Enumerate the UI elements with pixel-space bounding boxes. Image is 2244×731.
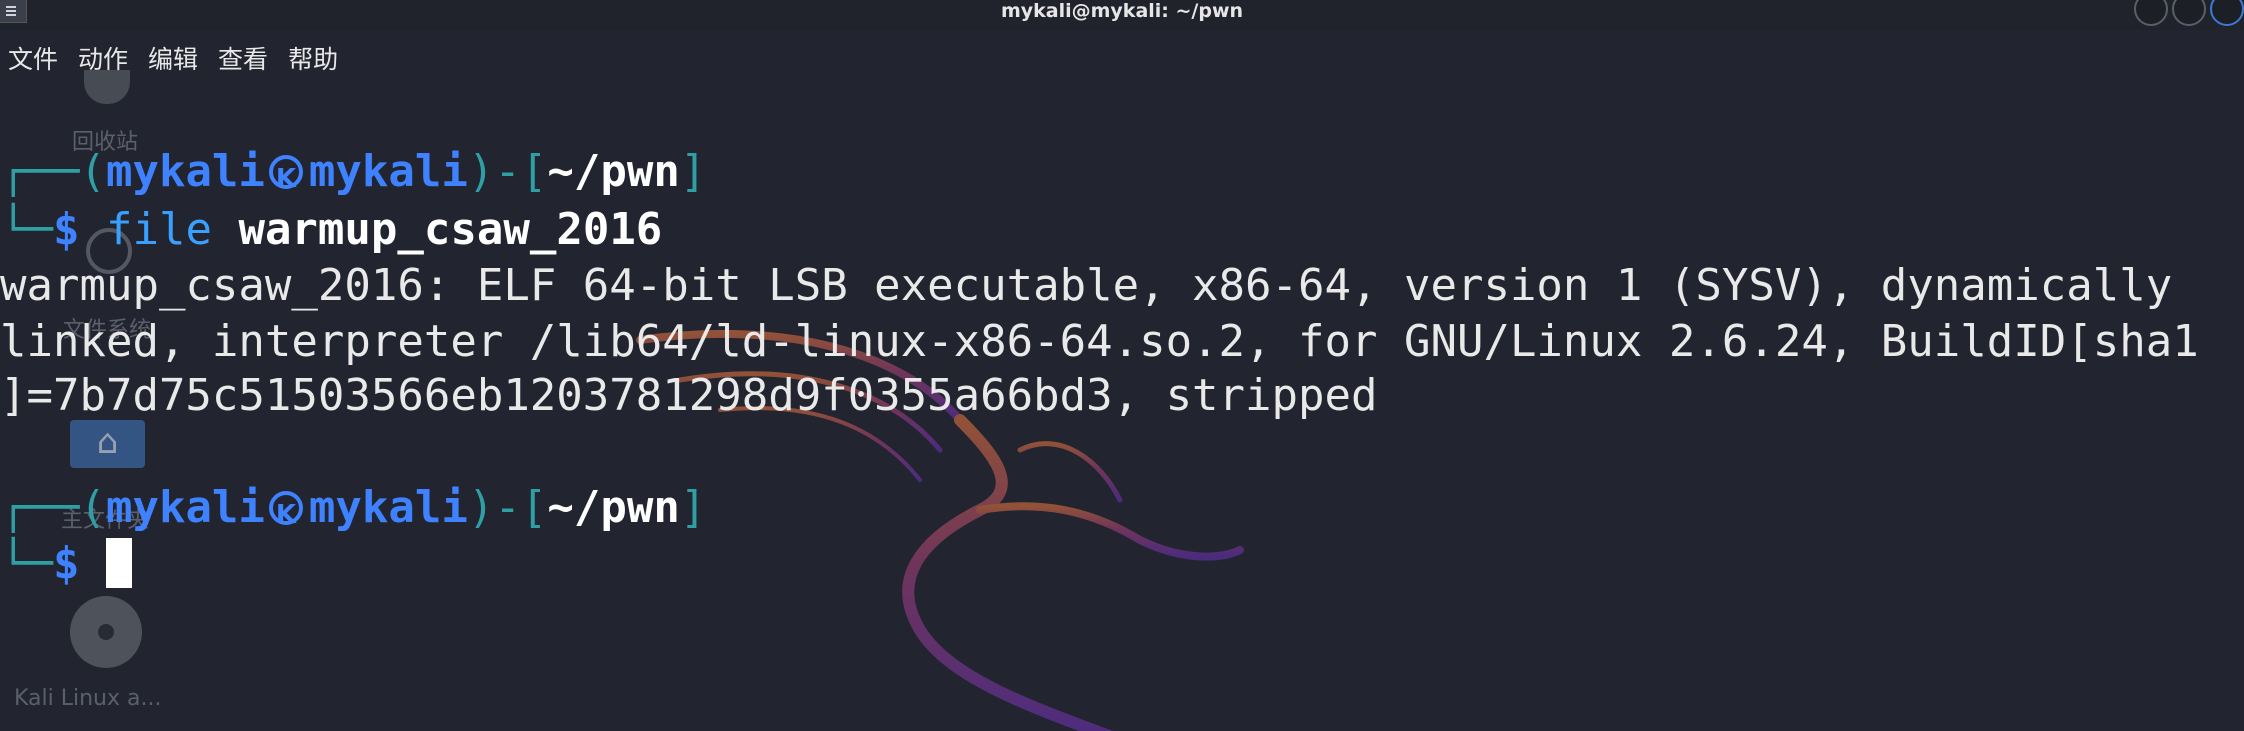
output-line-2: linked, interpreter /lib64/ld-linux-x86-…	[0, 316, 2199, 367]
terminal-output[interactable]: ┌──(mykalimykali)-[~/pwn] └─$ file warmu…	[0, 0, 2244, 731]
command-arg: warmup_csaw_2016	[238, 204, 663, 255]
terminal-window: mykali@mykali: ~/pwn 文件 动作 编辑 查看 帮助 回收站 …	[0, 0, 2244, 731]
prompt-host: mykali	[308, 482, 468, 533]
prompt-line-1: ┌──(mykalimykali)-[~/pwn]	[0, 146, 707, 205]
prompt-close: ]	[679, 482, 707, 533]
output-line-1: warmup_csaw_2016: ELF 64-bit LSB executa…	[0, 260, 2173, 311]
prompt-path: ~/pwn	[547, 482, 680, 533]
prompt-close: ]	[679, 146, 707, 197]
command-name: file	[105, 204, 212, 255]
command-line: └─$ file warmup_csaw_2016	[0, 204, 662, 256]
prompt-user: mykali	[105, 482, 265, 533]
prompt-dollar: $	[52, 204, 80, 255]
prompt-path: ~/pwn	[547, 146, 680, 197]
prompt-corner: ┌──(	[0, 146, 106, 197]
text-cursor[interactable]	[105, 538, 132, 588]
prompt-corner-bottom: └─	[0, 538, 53, 589]
prompt-separator: )-[	[467, 482, 548, 533]
prompt-corner: ┌──(	[0, 482, 106, 533]
prompt-separator: )-[	[467, 146, 548, 197]
input-line[interactable]: └─$	[0, 538, 132, 590]
prompt-user: mykali	[105, 146, 265, 197]
kali-logo-icon	[268, 489, 303, 541]
prompt-corner-bottom: └─	[0, 204, 53, 255]
output-line-3: ]=7b7d75c51503566eb1203781298d9f0355a66b…	[0, 370, 1378, 421]
prompt-line-2: ┌──(mykalimykali)-[~/pwn]	[0, 482, 707, 541]
prompt-host: mykali	[308, 146, 468, 197]
prompt-dollar: $	[52, 538, 80, 589]
kali-logo-icon	[268, 153, 303, 205]
